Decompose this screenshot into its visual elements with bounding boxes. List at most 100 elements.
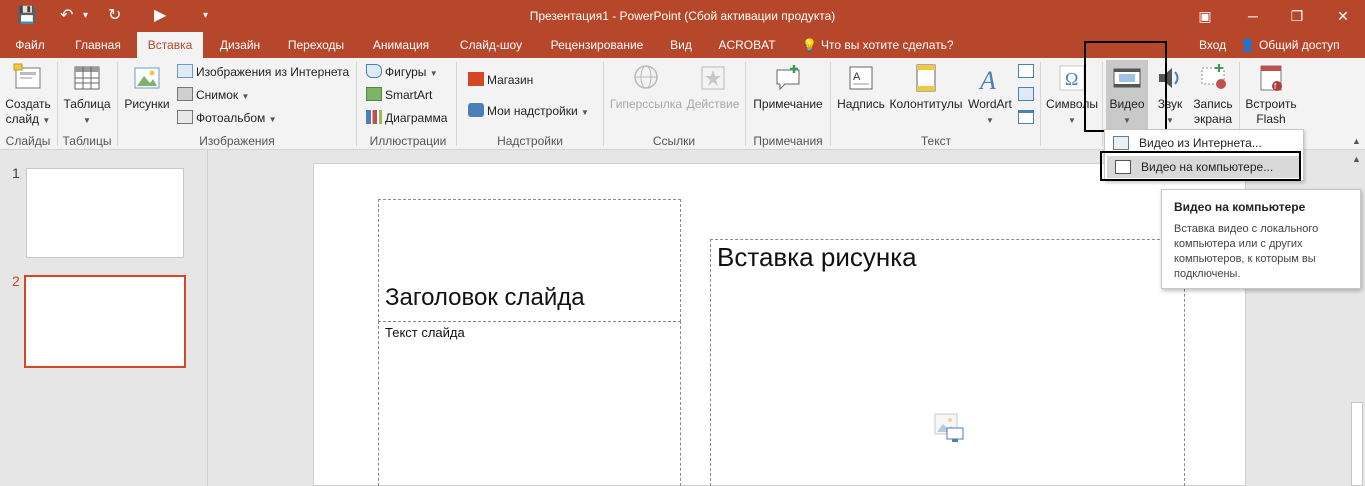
screen-recording-label-1: Запись	[1193, 97, 1233, 111]
wordart-button[interactable]: A WordArt ▼	[966, 62, 1014, 128]
divider	[1040, 62, 1041, 146]
textbox-button[interactable]: A Надпись	[835, 62, 887, 112]
close-icon[interactable]: ✕	[1331, 4, 1355, 28]
pictures-button[interactable]: Рисунки	[122, 62, 172, 112]
new-slide-icon	[13, 63, 41, 89]
share-button[interactable]: 👤 Общий доступ	[1240, 32, 1340, 58]
online-pictures-label: Изображения из Интернета	[196, 65, 350, 79]
tab-file[interactable]: Файл	[8, 32, 52, 58]
group-label-tables: Таблицы	[62, 134, 112, 148]
store-label: Магазин	[487, 73, 534, 87]
body-placeholder[interactable]: Текст слайда	[378, 321, 681, 486]
chevron-down-icon: ▼	[42, 116, 51, 125]
online-pictures-button[interactable]: Изображения из Интернета	[177, 62, 349, 82]
sign-in-link[interactable]: Вход	[1199, 32, 1226, 58]
smartart-label: SmartArt	[385, 88, 433, 102]
object-icon	[1018, 110, 1034, 124]
online-video-icon	[1113, 136, 1129, 150]
my-addins-button[interactable]: Мои надстройки ▼	[468, 101, 589, 121]
picture-placeholder[interactable]: Вставка рисунка	[710, 239, 1185, 486]
photo-album-label: Фотоальбом	[196, 111, 266, 125]
tab-review[interactable]: Рецензирование	[544, 32, 650, 58]
restore-icon[interactable]: ❐	[1285, 4, 1309, 28]
chart-button[interactable]: Диаграмма	[366, 108, 447, 128]
embed-flash-label-2: Flash	[1256, 112, 1286, 126]
tab-transitions[interactable]: Переходы	[282, 32, 350, 58]
divider	[456, 62, 457, 146]
table-icon	[74, 66, 100, 90]
embed-flash-button[interactable]: f Встроить Flash	[1244, 62, 1298, 127]
photo-album-button[interactable]: Фотоальбом ▼	[177, 108, 277, 128]
new-slide-button[interactable]: Создать слайд ▼	[5, 62, 51, 128]
group-label-images: Изображения	[199, 134, 275, 148]
tell-me-search[interactable]: 💡 Что вы хотите сделать?	[802, 32, 954, 58]
wordart-icon: A	[978, 66, 996, 94]
action-button[interactable]: Действие	[686, 62, 740, 112]
embed-flash-label-1: Встроить	[1245, 97, 1297, 111]
action-star-icon	[701, 66, 725, 90]
divider	[57, 62, 58, 146]
divider	[117, 62, 118, 146]
tab-slideshow[interactable]: Слайд-шоу	[452, 32, 530, 58]
group-label-illustrations: Иллюстрации	[369, 134, 447, 148]
group-label-slides: Слайды	[5, 134, 51, 148]
screen-recording-button[interactable]: Запись экрана	[1190, 62, 1236, 127]
ribbon-display-options-icon[interactable]: ▣	[1193, 4, 1217, 28]
screenshot-button[interactable]: Снимок ▼	[177, 85, 249, 105]
picture-placeholder-title: Вставка рисунка	[717, 242, 917, 272]
shapes-button[interactable]: Фигуры ▼	[366, 62, 438, 82]
hyperlink-globe-icon	[634, 65, 658, 89]
shapes-label: Фигуры	[385, 65, 427, 79]
scrollbar-thumb[interactable]	[1351, 402, 1363, 486]
action-label: Действие	[686, 97, 740, 111]
collapse-ribbon-icon[interactable]: ▲	[1352, 136, 1361, 146]
minimize-icon[interactable]: ─	[1241, 4, 1265, 28]
header-footer-button[interactable]: Колонтитулы	[888, 62, 964, 112]
object-button[interactable]	[1018, 108, 1036, 128]
new-slide-label-1: Создать	[5, 97, 51, 111]
chevron-down-icon: ▼	[986, 116, 994, 125]
slide-thumbnail-2[interactable]	[24, 275, 186, 368]
hyperlink-button[interactable]: Гиперссылка	[608, 62, 684, 112]
tab-animations[interactable]: Анимация	[365, 32, 437, 58]
highlight-video-on-pc	[1100, 151, 1301, 181]
flash-icon: f	[1260, 65, 1282, 91]
tab-acrobat[interactable]: ACROBAT	[713, 32, 781, 58]
scroll-up-icon[interactable]: ▲	[1352, 154, 1361, 164]
person-icon: 👤	[1240, 38, 1255, 52]
svg-text:Ω: Ω	[1065, 69, 1078, 89]
slide-thumbnail-1[interactable]	[26, 168, 184, 258]
hash-icon	[1018, 87, 1034, 101]
lightbulb-icon: 💡	[802, 38, 817, 52]
comment-label: Примечание	[753, 97, 823, 111]
tab-home[interactable]: Главная	[68, 32, 128, 58]
tab-insert[interactable]: Вставка	[137, 32, 203, 58]
wordart-label: WordArt	[968, 97, 1012, 111]
slide-body-text: Текст слайда	[385, 325, 465, 340]
title-placeholder[interactable]: Заголовок слайда	[378, 199, 681, 322]
addins-icon	[468, 103, 484, 117]
tooltip-body: Вставка видео с локального компьютера ил…	[1174, 223, 1319, 280]
chevron-down-icon: ▼	[581, 108, 589, 117]
store-button[interactable]: Магазин	[468, 70, 533, 90]
camera-icon	[177, 87, 193, 101]
tab-view[interactable]: Вид	[664, 32, 698, 58]
insert-picture-icon[interactable]	[933, 412, 965, 444]
chevron-down-icon: ▼	[1068, 116, 1076, 125]
divider	[830, 62, 831, 146]
table-label: Таблица	[63, 97, 111, 111]
pictures-label: Рисунки	[124, 97, 170, 111]
comment-button[interactable]: Примечание	[750, 62, 826, 112]
chart-label: Диаграмма	[385, 111, 448, 125]
divider	[603, 62, 604, 146]
smartart-button[interactable]: SmartArt	[366, 85, 432, 105]
slide-title: Заголовок слайда	[385, 284, 585, 311]
table-button[interactable]: Таблица ▼	[61, 62, 113, 128]
shapes-icon	[366, 64, 382, 78]
screen-record-icon	[1201, 64, 1226, 89]
slide-canvas: Заголовок слайда Текст слайда Вставка ри…	[313, 163, 1246, 486]
group-label-text: Текст	[920, 134, 952, 148]
slide-number-button[interactable]	[1018, 85, 1036, 105]
date-time-button[interactable]	[1018, 62, 1036, 82]
tab-design[interactable]: Дизайн	[212, 32, 268, 58]
